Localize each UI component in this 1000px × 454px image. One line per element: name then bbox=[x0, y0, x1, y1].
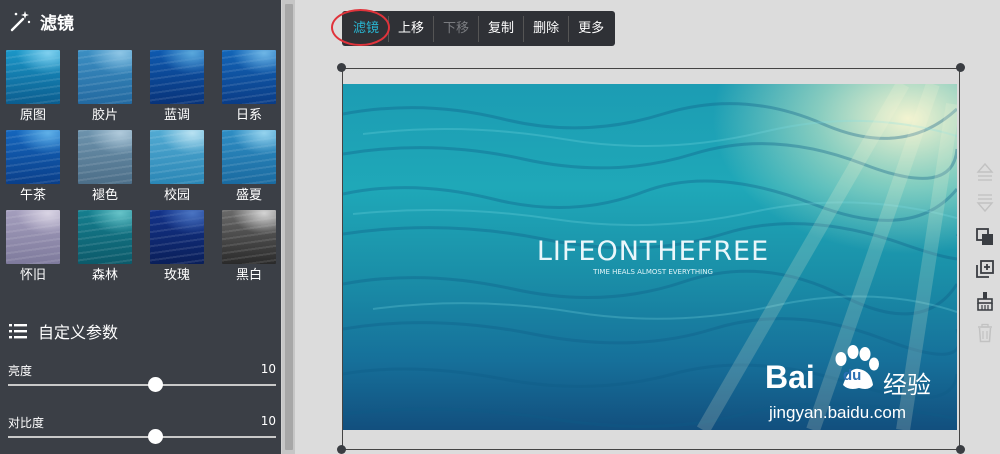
filter-item[interactable]: 怀旧 bbox=[6, 210, 60, 285]
baidu-watermark: Bai du 经验 jingyan.baidu.com bbox=[765, 345, 955, 430]
duplicate-layer-icon[interactable] bbox=[975, 227, 995, 247]
filter-thumbnail[interactable] bbox=[222, 130, 276, 184]
resize-handle-top-left[interactable] bbox=[337, 63, 346, 72]
filter-thumbnail[interactable] bbox=[150, 50, 204, 104]
filter-label: 玫瑰 bbox=[163, 268, 190, 283]
move-down-button[interactable]: 下移 bbox=[434, 15, 480, 42]
filter-item[interactable]: 原图 bbox=[6, 50, 60, 125]
filter-thumbnail[interactable] bbox=[6, 50, 60, 104]
move-up-button[interactable]: 上移 bbox=[389, 15, 435, 42]
scrollbar-thumb[interactable] bbox=[285, 4, 293, 450]
filter-item[interactable]: 褪色 bbox=[78, 130, 132, 205]
brush-clear-icon[interactable] bbox=[975, 291, 995, 311]
filter-label: 胶片 bbox=[91, 108, 118, 123]
photo-subline: TIME HEALS ALMOST EVERYTHING bbox=[593, 268, 713, 276]
filter-label: 森林 bbox=[91, 268, 118, 283]
filter-item[interactable]: 蓝调 bbox=[150, 50, 204, 125]
filter-thumbnail[interactable] bbox=[6, 210, 60, 264]
filter-thumbnail[interactable] bbox=[150, 210, 204, 264]
watermark-brand-cn: 经验 bbox=[883, 371, 931, 399]
filter-item[interactable]: 胶片 bbox=[78, 50, 132, 125]
brightness-value: 10 bbox=[260, 362, 276, 376]
filter-thumbnail[interactable] bbox=[78, 130, 132, 184]
delete-button[interactable]: 删除 bbox=[524, 15, 570, 42]
custom-params-title: 自定义参数 bbox=[38, 323, 119, 342]
panel-header: 滤镜 bbox=[8, 8, 74, 34]
filter-label: 褪色 bbox=[91, 188, 118, 203]
filter-item[interactable]: 玫瑰 bbox=[150, 210, 204, 285]
brightness-label: 亮度 bbox=[8, 364, 33, 378]
filter-panel: 滤镜 原图 胶片 蓝调 日系 午茶 褪色 校园 盛夏 怀旧 森林 玫瑰 黑白 自定义参数 亮度 10 … bbox=[0, 0, 281, 454]
filter-label: 午茶 bbox=[19, 188, 46, 203]
filter-label: 日系 bbox=[235, 108, 262, 123]
add-layer-icon[interactable] bbox=[975, 259, 995, 279]
brightness-knob[interactable] bbox=[147, 377, 163, 392]
brightness-track[interactable] bbox=[8, 384, 276, 386]
panel-title: 滤镜 bbox=[40, 13, 74, 34]
photo-headline: LIFEONTHEFREE bbox=[536, 236, 770, 267]
filter-label: 盛夏 bbox=[235, 188, 262, 203]
magic-wand-icon bbox=[10, 11, 31, 32]
list-settings-icon bbox=[9, 324, 27, 339]
filter-item[interactable]: 黑白 bbox=[222, 210, 276, 285]
filter-thumbnail[interactable] bbox=[78, 210, 132, 264]
resize-handle-bottom-left[interactable] bbox=[337, 445, 346, 454]
filter-label: 蓝调 bbox=[163, 108, 190, 123]
send-to-bottom-icon[interactable] bbox=[975, 193, 995, 213]
resize-handle-bottom-right[interactable] bbox=[956, 445, 965, 454]
watermark-brand: Bai bbox=[765, 359, 815, 395]
watermark-url: jingyan.baidu.com bbox=[769, 403, 907, 422]
contrast-knob[interactable] bbox=[147, 429, 163, 444]
bring-to-top-icon[interactable] bbox=[975, 162, 995, 182]
filter-thumbnail[interactable] bbox=[222, 50, 276, 104]
filter-thumbnail[interactable] bbox=[222, 210, 276, 264]
filter-label: 黑白 bbox=[235, 268, 262, 283]
contrast-track[interactable] bbox=[8, 436, 276, 438]
custom-params-header: 自定义参数 bbox=[8, 320, 118, 342]
filter-label: 原图 bbox=[19, 108, 46, 123]
filter-item[interactable]: 校园 bbox=[150, 130, 204, 205]
filter-label: 怀旧 bbox=[19, 268, 46, 283]
filter-item[interactable]: 盛夏 bbox=[222, 130, 276, 205]
filter-item[interactable]: 日系 bbox=[222, 50, 276, 125]
contrast-label: 对比度 bbox=[8, 416, 45, 430]
filter-thumbnail[interactable] bbox=[6, 130, 60, 184]
resize-handle-top-right[interactable] bbox=[956, 63, 965, 72]
contrast-value: 10 bbox=[260, 414, 276, 428]
filter-thumbnail[interactable] bbox=[78, 50, 132, 104]
more-button[interactable]: 更多 bbox=[569, 16, 613, 42]
copy-button[interactable]: 复制 bbox=[479, 15, 525, 42]
filter-thumbnail[interactable] bbox=[150, 130, 204, 184]
watermark-brand-suffix: du bbox=[843, 367, 862, 384]
trash-icon[interactable] bbox=[975, 323, 995, 343]
filter-button-highlight bbox=[331, 9, 390, 46]
filter-item[interactable]: 午茶 bbox=[6, 130, 60, 205]
filter-item[interactable]: 森林 bbox=[78, 210, 132, 285]
panel-scrollbar[interactable] bbox=[281, 0, 295, 454]
filter-label: 校园 bbox=[163, 188, 190, 203]
